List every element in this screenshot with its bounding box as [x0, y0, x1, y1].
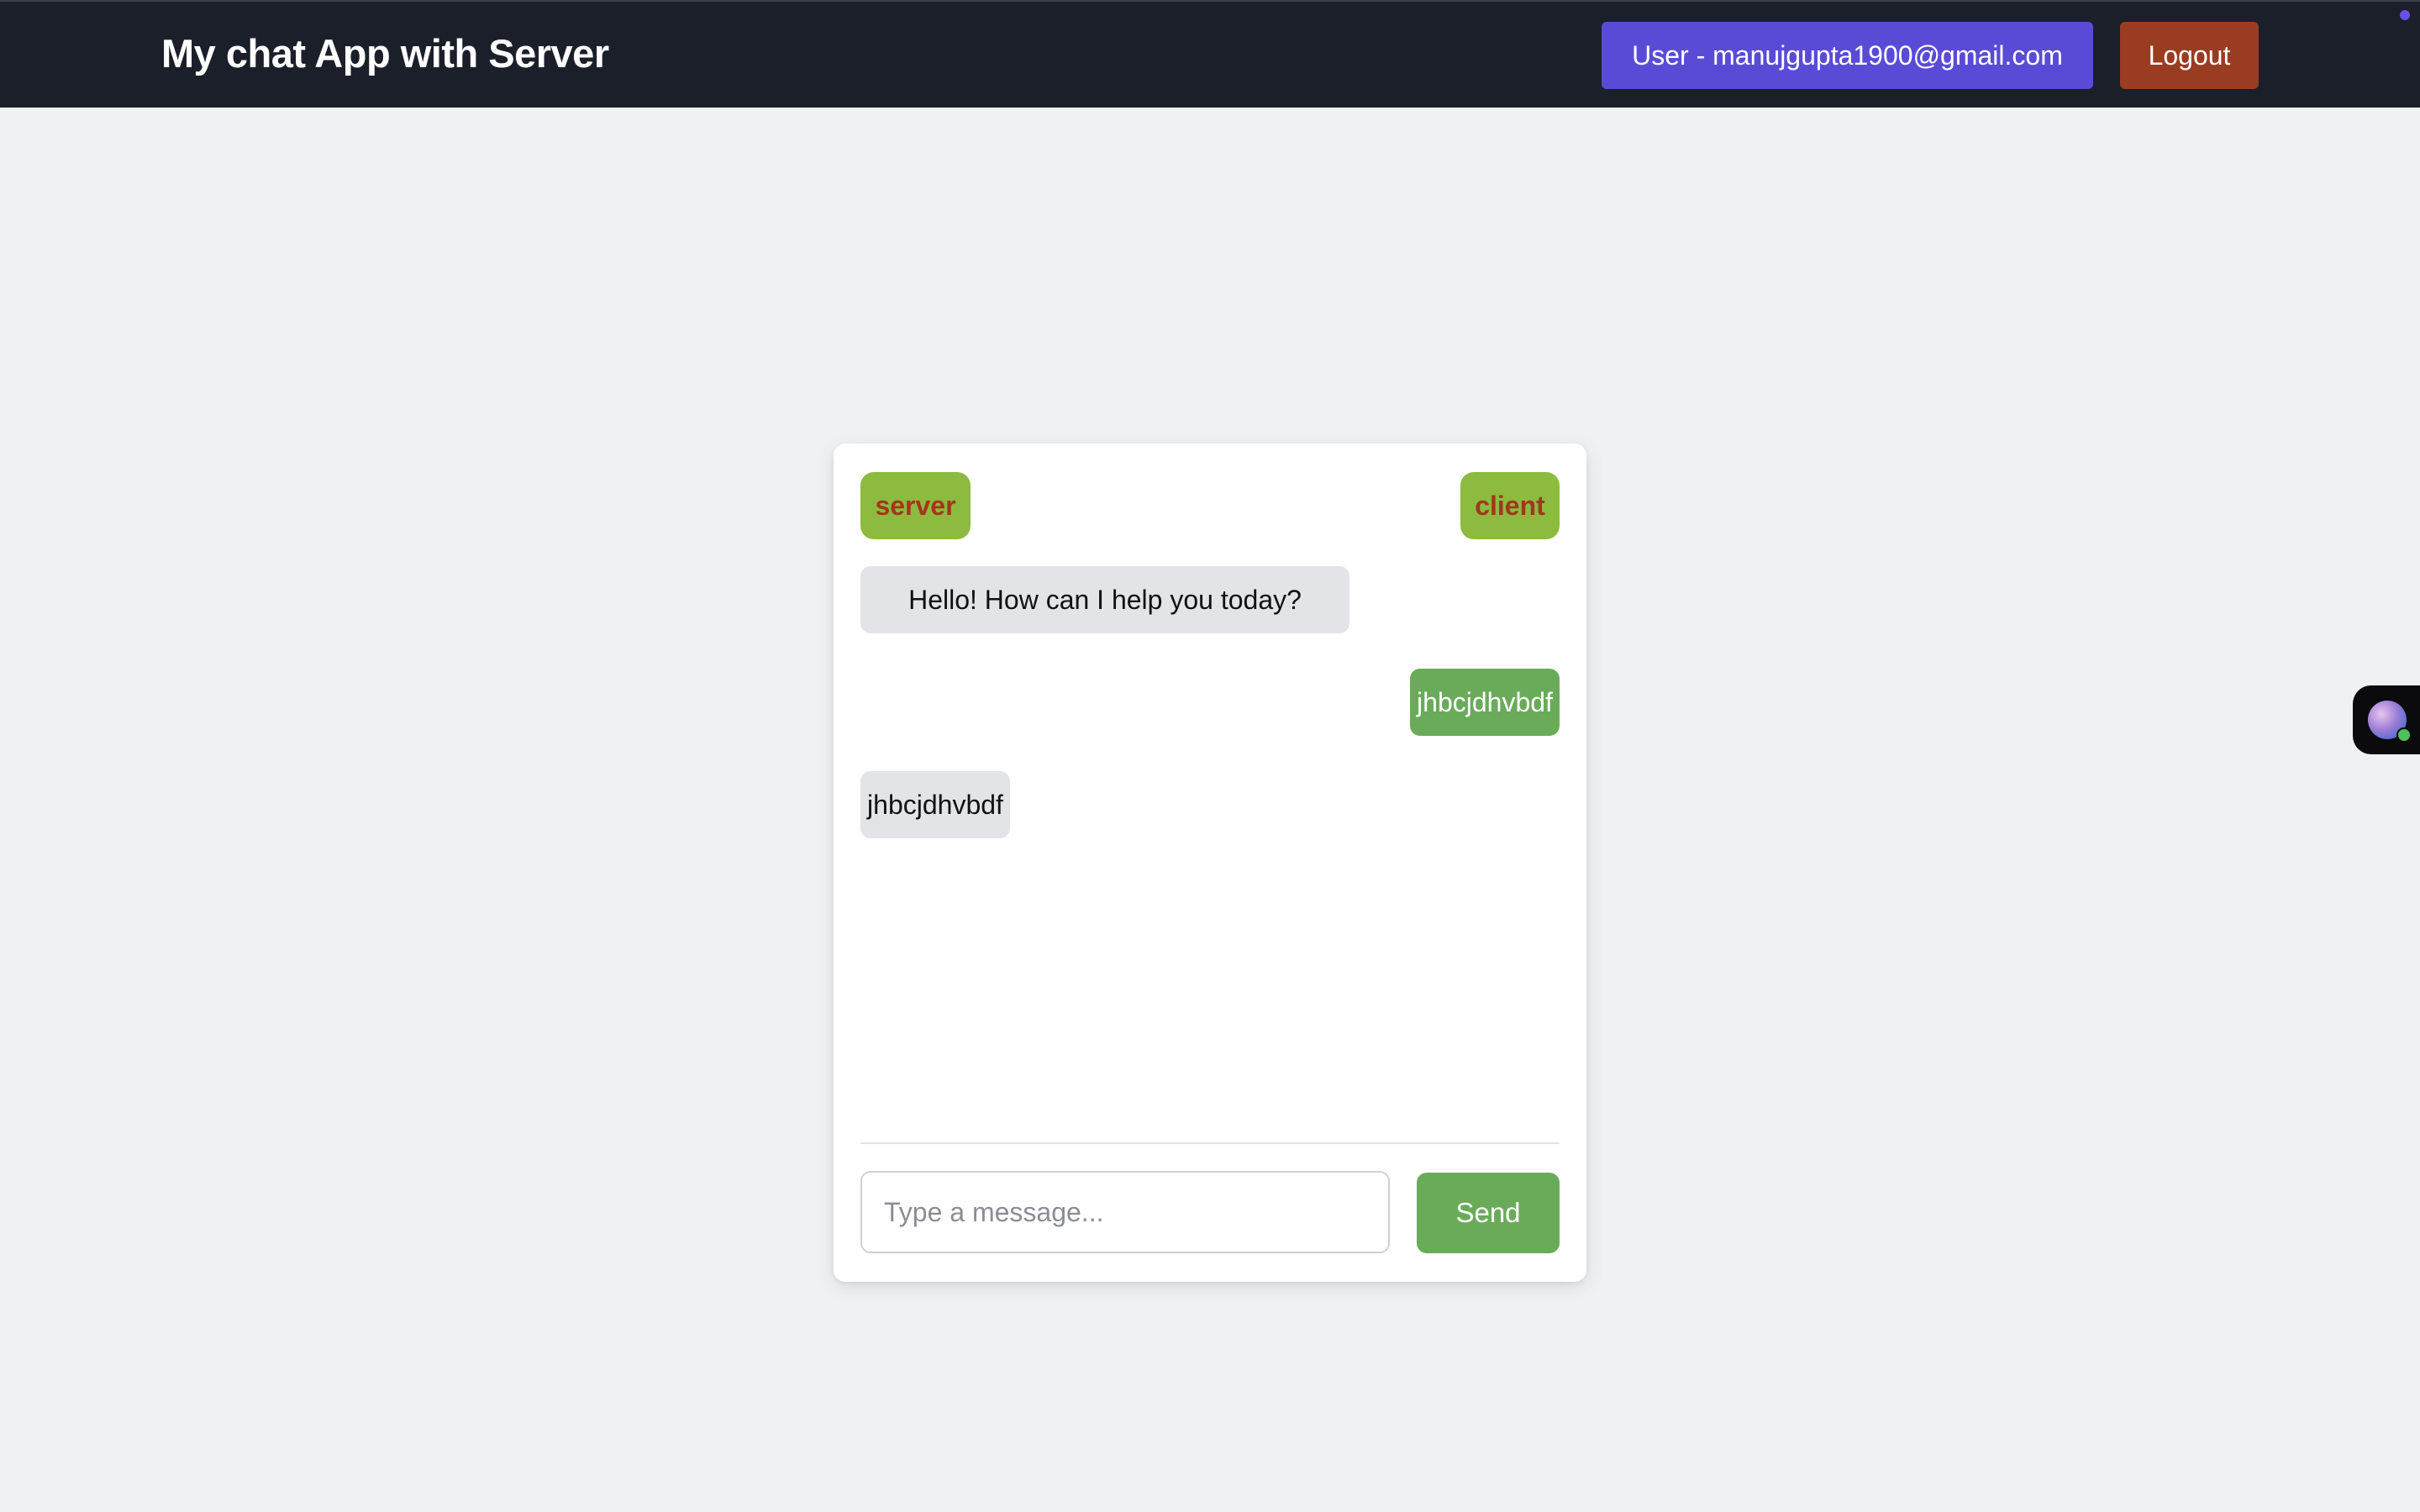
- server-tag: server: [860, 472, 971, 539]
- top-navbar: My chat App with Server User - manujgupt…: [0, 0, 2420, 108]
- server-message-bubble: jhbcjdhvbdf: [860, 771, 1010, 838]
- notification-dot: [2400, 10, 2410, 20]
- client-message-bubble: jhbcjdhvbdf: [1410, 669, 1560, 736]
- assistant-side-widget[interactable]: [2353, 685, 2420, 754]
- logout-button[interactable]: Logout: [2120, 22, 2259, 89]
- message-input[interactable]: [860, 1171, 1390, 1253]
- client-tag: client: [1460, 472, 1560, 539]
- user-account-button[interactable]: User - manujgupta1900@gmail.com: [1602, 22, 2093, 89]
- server-message-bubble: Hello! How can I help you today?: [860, 566, 1349, 633]
- online-status-icon: [2396, 727, 2412, 743]
- chat-panel: server client Hello! How can I help you …: [834, 444, 1586, 1282]
- send-button[interactable]: Send: [1417, 1173, 1560, 1253]
- app-title: My chat App with Server: [161, 31, 609, 76]
- composer-divider: [860, 1142, 1560, 1144]
